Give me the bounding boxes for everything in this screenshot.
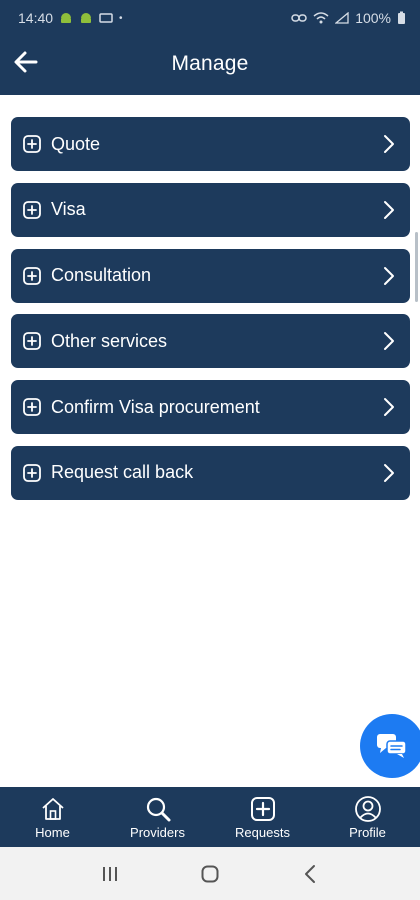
menu-item-other-services[interactable]: Other services [11, 314, 410, 369]
menu-item-label: Visa [51, 199, 86, 220]
chevron-right-icon [384, 398, 394, 417]
menu-list: Quote Visa Consultation Other services C… [11, 117, 410, 512]
menu-item-confirm-visa-procurement[interactable]: Confirm Visa procurement [11, 380, 410, 435]
notification-dot-icon: • [119, 12, 123, 24]
menu-item-request-call-back[interactable]: Request call back [11, 445, 410, 500]
nav-home[interactable]: Home [0, 787, 105, 847]
chevron-left-icon [305, 864, 315, 883]
status-bar: 14:40 • 100% [0, 0, 420, 36]
status-time: 14:40 [18, 10, 54, 26]
plus-square-icon [23, 332, 41, 351]
battery-level: 100% [355, 10, 391, 26]
chevron-right-icon [384, 135, 394, 153]
status-right: 100% [291, 10, 406, 26]
back-system-button[interactable] [290, 854, 330, 894]
recent-apps-button[interactable] [90, 854, 130, 894]
home-circle-icon [201, 865, 219, 882]
chat-icon [377, 734, 407, 758]
chevron-right-icon [384, 463, 394, 482]
nav-home-label: Home [35, 824, 70, 840]
plus-square-icon [23, 135, 41, 153]
nav-requests[interactable]: Requests [210, 787, 315, 847]
nav-providers-label: Providers [130, 824, 185, 840]
plus-square-icon [23, 266, 41, 285]
battery-icon [398, 11, 405, 24]
menu-item-label: Request call back [51, 462, 194, 483]
plus-square-icon [23, 464, 41, 482]
plus-square-icon [23, 200, 41, 219]
nav-profile-label: Profile [349, 824, 386, 840]
plus-square-icon [23, 398, 41, 417]
header: 14:40 • 100% Manage [0, 0, 420, 95]
bottom-nav: Home Providers Requests Profile [0, 787, 420, 847]
android-icon [81, 13, 92, 23]
nav-requests-label: Requests [235, 824, 290, 840]
wifi-icon [313, 12, 329, 24]
user-icon [354, 795, 381, 822]
message-icon [99, 13, 113, 23]
menu-item-label: Quote [51, 133, 101, 154]
back-button[interactable] [6, 42, 46, 82]
android-icon [61, 13, 72, 23]
chevron-right-icon [384, 200, 394, 219]
home-icon [41, 797, 64, 820]
search-icon [146, 797, 170, 821]
nav-profile[interactable]: Profile [315, 787, 420, 847]
menu-item-quote[interactable]: Quote [11, 117, 410, 171]
home-system-button[interactable] [190, 854, 230, 894]
menu-item-label: Confirm Visa procurement [51, 396, 260, 417]
menu-item-label: Consultation [51, 265, 152, 286]
signal-icon [335, 12, 349, 24]
page-title: Manage [171, 52, 249, 75]
plus-square-icon [250, 796, 275, 821]
menu-item-consultation[interactable]: Consultation [11, 248, 410, 303]
scroll-indicator[interactable] [415, 232, 418, 302]
arrow-left-icon [14, 51, 38, 73]
app-bar: Manage [0, 36, 420, 92]
nav-providers[interactable]: Providers [105, 787, 210, 847]
chat-button[interactable] [360, 714, 420, 778]
menu-item-visa[interactable]: Visa [11, 182, 410, 237]
chevron-right-icon [384, 266, 394, 285]
system-nav-bar [0, 847, 420, 900]
status-left: 14:40 • [18, 10, 123, 26]
recent-apps-icon [103, 866, 117, 881]
chevron-right-icon [384, 332, 394, 351]
link-icon [291, 14, 307, 22]
menu-item-label: Other services [51, 330, 168, 351]
